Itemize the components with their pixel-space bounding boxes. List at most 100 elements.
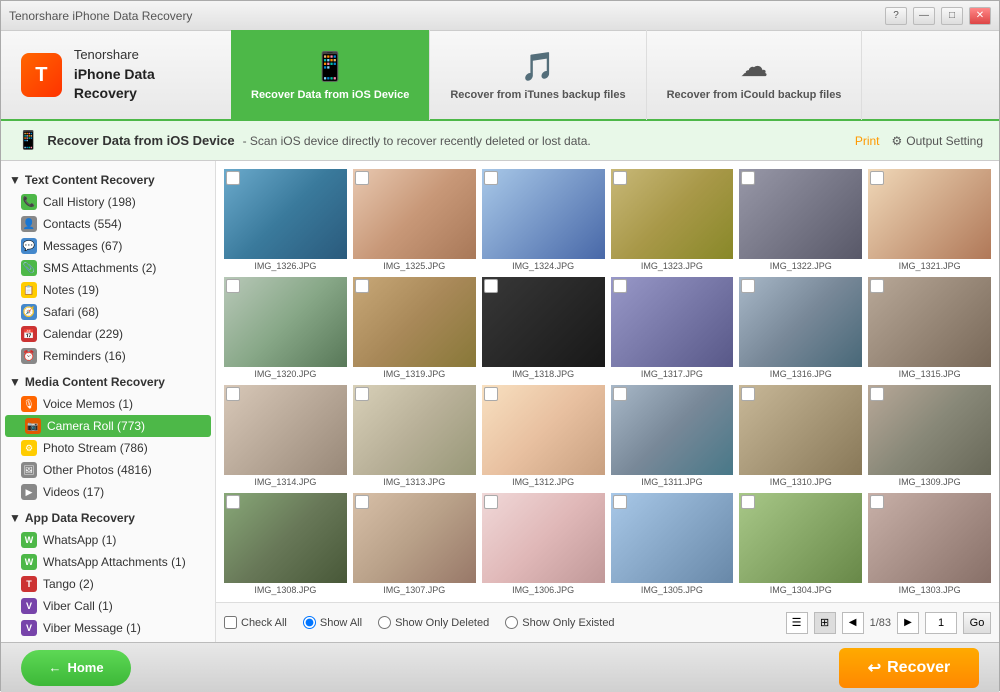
section-text-content[interactable]: ▼ Text Content Recovery xyxy=(1,169,215,191)
photo-checkbox[interactable] xyxy=(226,171,240,185)
photo-checkbox[interactable] xyxy=(484,171,498,185)
go-button[interactable]: Go xyxy=(963,612,991,634)
page-number-input[interactable] xyxy=(925,612,957,634)
photo-checkbox[interactable] xyxy=(741,387,755,401)
photo-item[interactable]: IMG_1306.JPG xyxy=(482,493,605,595)
sidebar-item-photo-stream[interactable]: ⚙ Photo Stream (786) xyxy=(1,437,215,459)
photo-checkbox[interactable] xyxy=(226,279,240,293)
tab-icloud[interactable]: ☁ Recover from iCould backup files xyxy=(647,30,863,120)
show-deleted-input[interactable] xyxy=(378,616,391,629)
photo-checkbox[interactable] xyxy=(741,171,755,185)
show-all-radio[interactable]: Show All xyxy=(303,616,362,629)
photo-item[interactable]: IMG_1314.JPG xyxy=(224,385,347,487)
photo-item[interactable]: IMG_1317.JPG xyxy=(611,277,734,379)
sidebar-item-calendar[interactable]: 📅 Calendar (229) xyxy=(1,323,215,345)
photo-item[interactable]: IMG_1303.JPG xyxy=(868,493,991,595)
photo-checkbox[interactable] xyxy=(613,171,627,185)
photo-item[interactable]: IMG_1324.JPG xyxy=(482,169,605,271)
sidebar-item-messages[interactable]: 💬 Messages (67) xyxy=(1,235,215,257)
photo-thumbnail xyxy=(868,385,991,475)
item-label: Notes (19) xyxy=(43,283,99,297)
photo-checkbox[interactable] xyxy=(226,387,240,401)
show-existed-radio[interactable]: Show Only Existed xyxy=(505,616,614,629)
sidebar-item-whatsapp[interactable]: W WhatsApp (1) xyxy=(1,529,215,551)
sidebar-item-viber-message[interactable]: V Viber Message (1) xyxy=(1,617,215,639)
photo-checkbox[interactable] xyxy=(355,171,369,185)
prev-page-button[interactable]: ◀ xyxy=(842,612,864,634)
check-all-label[interactable]: Check All xyxy=(224,616,287,629)
photo-checkbox[interactable] xyxy=(870,171,884,185)
photo-thumbnail xyxy=(482,277,605,367)
photo-item[interactable]: IMG_1320.JPG xyxy=(224,277,347,379)
photo-checkbox[interactable] xyxy=(484,279,498,293)
sidebar-item-tango[interactable]: T Tango (2) xyxy=(1,573,215,595)
sidebar-item-voice-memos[interactable]: 🎙 Voice Memos (1) xyxy=(1,393,215,415)
photo-item[interactable]: IMG_1319.JPG xyxy=(353,277,476,379)
photo-item[interactable]: IMG_1323.JPG xyxy=(611,169,734,271)
icloud-icon: ☁ xyxy=(740,50,768,83)
photo-item[interactable]: IMG_1305.JPG xyxy=(611,493,734,595)
section-app-data[interactable]: ▼ App Data Recovery xyxy=(1,507,215,529)
photo-item[interactable]: IMG_1311.JPG xyxy=(611,385,734,487)
photo-checkbox[interactable] xyxy=(870,495,884,509)
section-media-content[interactable]: ▼ Media Content Recovery xyxy=(1,371,215,393)
show-deleted-radio[interactable]: Show Only Deleted xyxy=(378,616,489,629)
photo-checkbox[interactable] xyxy=(484,495,498,509)
sidebar-item-safari[interactable]: 🧭 Safari (68) xyxy=(1,301,215,323)
tab-itunes[interactable]: 🎵 Recover from iTunes backup files xyxy=(430,30,646,120)
photo-checkbox[interactable] xyxy=(484,387,498,401)
minimize-button[interactable]: — xyxy=(913,7,935,25)
photo-item[interactable]: IMG_1321.JPG xyxy=(868,169,991,271)
photo-checkbox[interactable] xyxy=(355,387,369,401)
sidebar-item-contacts[interactable]: 👤 Contacts (554) xyxy=(1,213,215,235)
photo-checkbox[interactable] xyxy=(741,279,755,293)
photo-checkbox[interactable] xyxy=(613,495,627,509)
photo-item[interactable]: IMG_1308.JPG xyxy=(224,493,347,595)
check-all-text: Check All xyxy=(241,617,287,629)
photo-item[interactable]: IMG_1325.JPG xyxy=(353,169,476,271)
title-bar-controls: ? — □ ✕ xyxy=(885,7,991,25)
sidebar-item-viber-call[interactable]: V Viber Call (1) xyxy=(1,595,215,617)
maximize-button[interactable]: □ xyxy=(941,7,963,25)
home-button[interactable]: ← Home xyxy=(21,650,131,686)
photo-item[interactable]: IMG_1304.JPG xyxy=(739,493,862,595)
close-button[interactable]: ✕ xyxy=(969,7,991,25)
photo-item[interactable]: IMG_1313.JPG xyxy=(353,385,476,487)
photo-checkbox[interactable] xyxy=(226,495,240,509)
photo-item[interactable]: IMG_1326.JPG xyxy=(224,169,347,271)
sidebar-item-whatsapp-attach[interactable]: W WhatsApp Attachments (1) xyxy=(1,551,215,573)
show-existed-input[interactable] xyxy=(505,616,518,629)
help-button[interactable]: ? xyxy=(885,7,907,25)
recover-button[interactable]: ↩ Recover xyxy=(839,648,979,688)
next-page-button[interactable]: ▶ xyxy=(897,612,919,634)
sidebar-item-notes[interactable]: 📋 Notes (19) xyxy=(1,279,215,301)
photo-item[interactable]: IMG_1318.JPG xyxy=(482,277,605,379)
photo-checkbox[interactable] xyxy=(613,279,627,293)
photo-checkbox[interactable] xyxy=(355,279,369,293)
print-link[interactable]: Print xyxy=(855,134,880,148)
sidebar-item-other-photos[interactable]: 🖼 Other Photos (4816) xyxy=(1,459,215,481)
sidebar-item-videos[interactable]: ▶ Videos (17) xyxy=(1,481,215,503)
photo-checkbox[interactable] xyxy=(870,279,884,293)
output-setting-button[interactable]: ⚙ Output Setting xyxy=(892,134,983,148)
list-view-button[interactable]: ☰ xyxy=(786,612,808,634)
photo-item[interactable]: IMG_1309.JPG xyxy=(868,385,991,487)
sidebar-item-camera-roll[interactable]: 📷 Camera Roll (773) xyxy=(5,415,211,437)
photo-checkbox[interactable] xyxy=(870,387,884,401)
photo-item[interactable]: IMG_1322.JPG xyxy=(739,169,862,271)
sidebar-item-sms-attachments[interactable]: 📎 SMS Attachments (2) xyxy=(1,257,215,279)
photo-item[interactable]: IMG_1312.JPG xyxy=(482,385,605,487)
photo-item[interactable]: IMG_1316.JPG xyxy=(739,277,862,379)
photo-checkbox[interactable] xyxy=(741,495,755,509)
grid-view-button[interactable]: ⊞ xyxy=(814,612,836,634)
photo-item[interactable]: IMG_1315.JPG xyxy=(868,277,991,379)
photo-checkbox[interactable] xyxy=(355,495,369,509)
tab-ios-device[interactable]: 📱 Recover Data from iOS Device xyxy=(231,30,430,120)
sidebar-item-reminders[interactable]: ⏰ Reminders (16) xyxy=(1,345,215,367)
show-all-input[interactable] xyxy=(303,616,316,629)
sidebar-item-call-history[interactable]: 📞 Call History (198) xyxy=(1,191,215,213)
photo-item[interactable]: IMG_1307.JPG xyxy=(353,493,476,595)
photo-item[interactable]: IMG_1310.JPG xyxy=(739,385,862,487)
check-all-checkbox[interactable] xyxy=(224,616,237,629)
photo-checkbox[interactable] xyxy=(613,387,627,401)
